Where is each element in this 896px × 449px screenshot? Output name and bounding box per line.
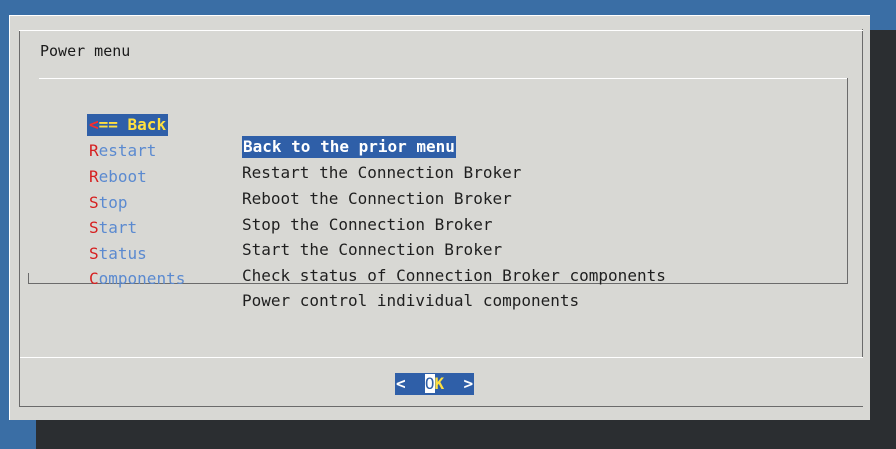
menu-item-description: Stop the Connection Broker [242,215,493,234]
menu-item-description: Power control individual components [242,291,580,310]
dialog-inner-top [19,30,863,31]
dialog-title: Power menu [40,42,131,60]
menu-box-corner [28,273,29,284]
menu-item-description: Back to the prior menu [242,136,456,158]
menu-item-back[interactable]: <== Back Back to the prior menu [87,92,456,158]
menu-item-description: Restart the Connection Broker [242,163,522,182]
menu-box-border-right [847,78,848,283]
dialog-border-left [9,15,10,420]
ok-button-o: O [424,374,435,393]
tag-rest: omponents [98,269,186,288]
power-menu-dialog: Power menu <== Back Back to the prior me… [9,15,870,420]
menu-item-description: Reboot the Connection Broker [242,189,512,208]
menu-item-reboot[interactable]: Reboot Reboot the Connection Broker [89,144,512,208]
hotkey-char: C [89,269,99,288]
menu-item-tag: Components [89,268,185,290]
ok-button-k: K [434,374,445,393]
menu-item-description: Start the Connection Broker [242,240,503,259]
menu-item-components[interactable]: Components Power control individual comp… [89,246,579,310]
ok-button-left-bracket: < [396,374,425,393]
menu-item-status[interactable]: Status Check status of Connection Broker… [89,221,666,285]
button-area-left [19,357,20,407]
dialog-shadow-bottom [36,420,896,449]
menu-box-border-top [39,78,848,79]
ok-button-right-bracket: > [444,374,474,393]
menu-item-start[interactable]: Start Start the Connection Broker [89,195,502,259]
menu-item-stop[interactable]: Stop Stop the Connection Broker [89,170,492,234]
dialog-border-top [9,15,870,16]
button-area-divider [19,357,863,358]
ok-button[interactable]: < OK > [395,373,475,395]
menu-item-restart[interactable]: Restart Restart the Connection Broker [89,118,521,182]
dialog-inner-left [19,30,20,358]
menu-item-description: Check status of Connection Broker compon… [242,266,666,285]
dialog-border-right [862,29,863,357]
dialog-shadow-right [870,30,896,449]
dialog-border-bottom [19,406,863,407]
